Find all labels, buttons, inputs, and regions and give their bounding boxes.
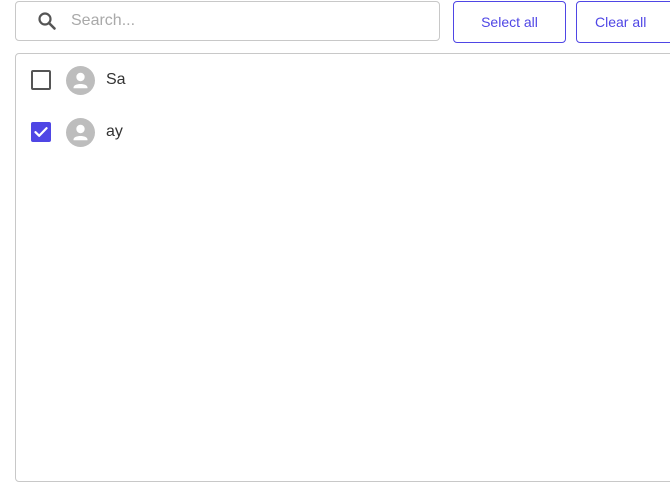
person-icon <box>66 65 95 95</box>
list-item-label: Sa <box>106 71 126 88</box>
select-all-button[interactable]: Select all <box>453 1 566 43</box>
list-item-label: ay <box>106 123 123 140</box>
checkbox-unchecked[interactable] <box>31 70 51 90</box>
user-picker: Select all Clear all Sa <box>0 0 670 483</box>
checkbox-checked[interactable] <box>31 122 51 142</box>
search-box[interactable] <box>15 1 440 41</box>
user-list: Sa ay <box>15 53 670 482</box>
clear-all-button[interactable]: Clear all <box>576 1 670 43</box>
search-input[interactable] <box>71 6 439 36</box>
person-icon <box>66 117 95 147</box>
search-icon <box>36 10 58 32</box>
checkmark-icon <box>34 127 48 137</box>
